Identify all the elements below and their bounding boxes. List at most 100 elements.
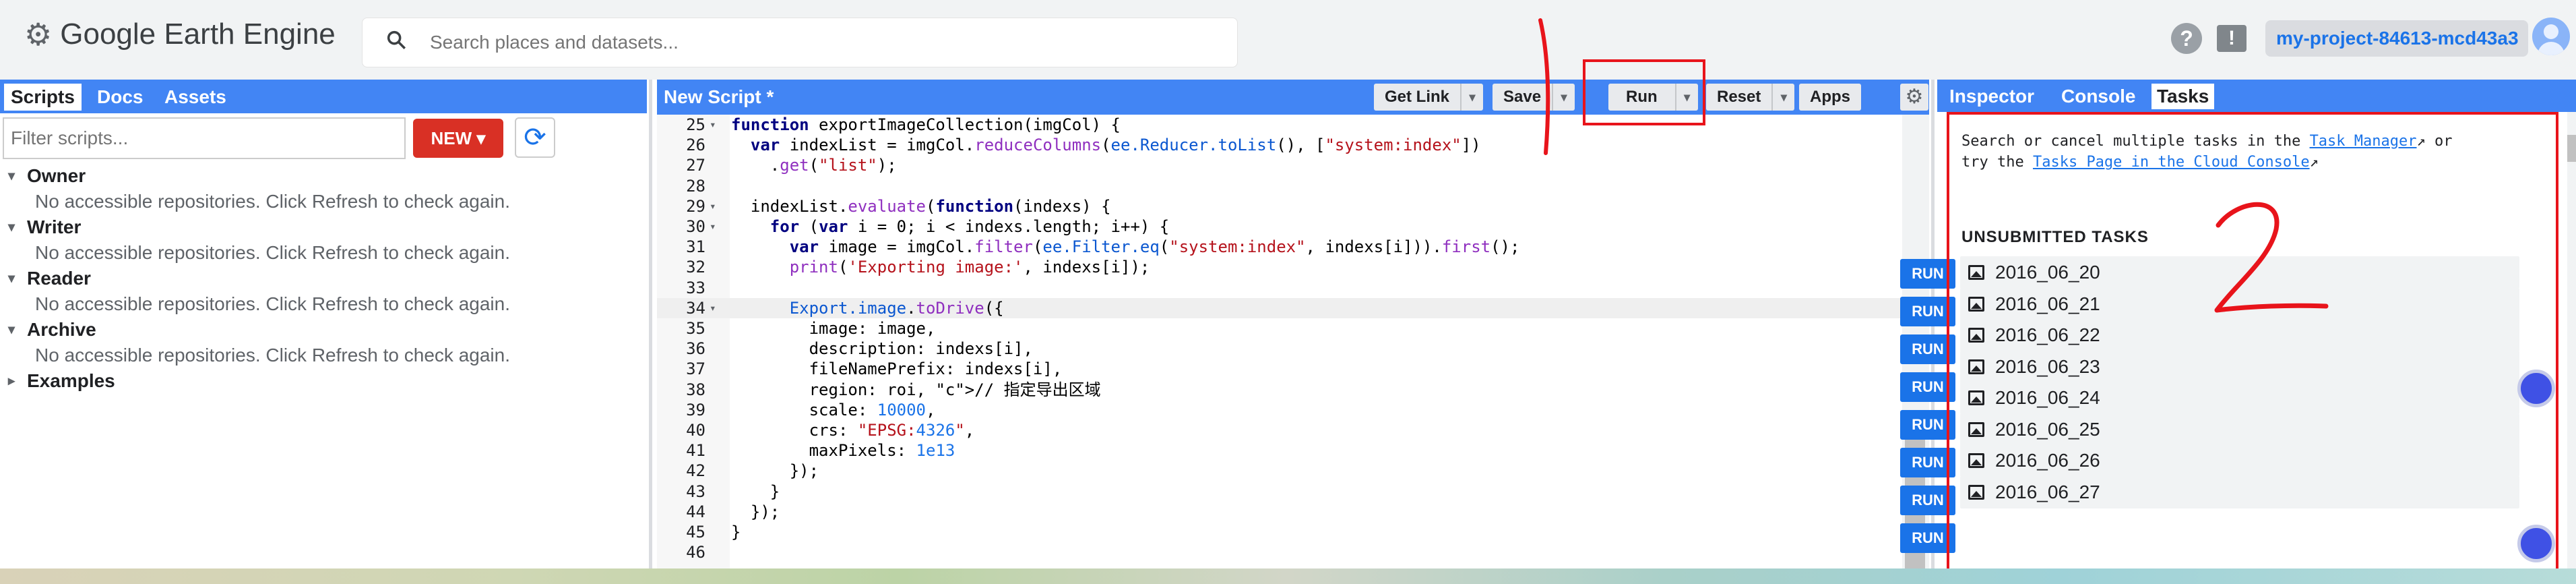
code-line[interactable]: 37 fileNamePrefix: indexs[i], — [657, 359, 1900, 379]
code-line[interactable]: 27 .get("list"); — [657, 155, 1900, 175]
code-line[interactable]: 44 }); — [657, 502, 1900, 522]
line-number: 43 — [686, 481, 705, 501]
code-line[interactable]: 38 region: roi, "c">// 指定导出区域 — [657, 380, 1900, 400]
code-line[interactable]: 45} — [657, 522, 1900, 542]
code-line[interactable]: 25 ▾ function exportImageCollection(imgCol… — [657, 115, 1900, 135]
editor-toolbar: New Script * Get Link ▾ Save ▾ Run ▾ Reset ▾… — [657, 80, 1929, 115]
code-line[interactable]: 28 — [657, 176, 1900, 196]
code-line[interactable]: 32 print('Exporting image:', indexs[i]); — [657, 257, 1900, 277]
line-number: 27 — [686, 156, 705, 175]
code-line[interactable]: 43 } — [657, 481, 1900, 502]
line-number: 30 — [686, 217, 705, 236]
line-number: 45 — [686, 523, 705, 542]
code-text: } — [731, 523, 741, 542]
settings-gear-icon[interactable]: ⚙ — [1900, 84, 1928, 111]
top-header: ⚙ Google Earth Engine ? ! my-project-846… — [0, 0, 2576, 80]
annotation-box-run — [1583, 59, 1705, 125]
search-icon — [363, 28, 430, 57]
line-number: 37 — [686, 359, 705, 379]
group-label: Writer — [27, 216, 82, 237]
fold-arrow-icon[interactable]: ▾ — [710, 196, 716, 216]
tab-assets[interactable]: Assets — [158, 84, 233, 111]
code-text: crs: "EPSG:4326", — [731, 421, 975, 440]
code-text: image: image, — [731, 319, 936, 338]
line-number: 26 — [686, 136, 705, 155]
code-text: .get("list"); — [731, 156, 897, 175]
code-line[interactable]: 30 ▾ for (var i = 0; i < indexs.length; i… — [657, 216, 1900, 237]
line-number: 41 — [686, 441, 705, 461]
expanded-caret-icon: ▾ — [8, 220, 15, 235]
new-button[interactable]: NEW ▾ — [413, 119, 503, 158]
fold-arrow-icon[interactable]: ▾ — [710, 115, 716, 135]
feedback-icon[interactable]: ! — [2217, 25, 2247, 52]
earth-engine-logo-icon: ⚙ — [24, 17, 53, 52]
code-line[interactable]: 46 — [657, 542, 1900, 562]
code-line[interactable]: 39 scale: 10000, — [657, 400, 1900, 420]
search-box[interactable] — [362, 18, 1238, 67]
code-line[interactable]: 26 var indexList = imgCol.reduceColumns(… — [657, 135, 1900, 155]
tree-group-writer[interactable]: ▾ Writer — [8, 214, 641, 240]
map-strip[interactable] — [0, 568, 2576, 584]
code-line[interactable]: 31 var image = imgCol.filter(ee.Filter.e… — [657, 237, 1900, 257]
code-text: }); — [731, 502, 780, 521]
group-label: Examples — [27, 370, 115, 391]
project-selector[interactable]: my-project-84613-mcd43a3 — [2265, 20, 2528, 57]
tab-inspector[interactable]: Inspector — [1944, 84, 2040, 109]
group-message: No accessible repositories. Click Refres… — [35, 345, 510, 366]
code-line[interactable]: 35 image: image, — [657, 318, 1900, 339]
code-area[interactable]: 25 ▾ function exportImageCollection(imgCol… — [657, 115, 1900, 568]
help-icon[interactable]: ? — [2171, 23, 2202, 54]
apps-button[interactable]: Apps — [1799, 84, 1861, 111]
tree-group-archive[interactable]: ▾ Archive — [8, 317, 641, 343]
code-line[interactable]: 41 maxPixels: 1e13 — [657, 440, 1900, 461]
reset-button[interactable]: Reset ▾ — [1706, 84, 1795, 111]
panel-splitter[interactable] — [649, 80, 652, 568]
code-editor-panel: New Script * Get Link ▾ Save ▾ Run ▾ Reset ▾… — [657, 80, 1929, 584]
tab-console[interactable]: Console — [2056, 84, 2141, 109]
line-number: 44 — [686, 502, 705, 521]
tree-group-reader[interactable]: ▾ Reader — [8, 266, 641, 291]
line-number: 35 — [686, 319, 705, 338]
line-number: 46 — [686, 543, 705, 562]
script-tree: ▾ Owner No accessible repositories. Click… — [8, 163, 641, 394]
group-message: No accessible repositories. Click Refres… — [35, 191, 510, 212]
new-button-label: NEW — [431, 128, 472, 148]
app-logo[interactable]: ⚙ Google Earth Engine — [24, 18, 336, 51]
line-number: 42 — [686, 461, 705, 481]
tab-tasks[interactable]: Tasks — [2151, 84, 2215, 109]
code-text: print('Exporting image:', indexs[i]); — [789, 258, 1150, 277]
code-line[interactable]: 29 ▾ indexList.evaluate(function(indexs) … — [657, 196, 1900, 216]
code-text: fileNamePrefix: indexs[i], — [731, 359, 1063, 379]
tab-scripts[interactable]: Scripts — [4, 84, 82, 111]
code-line[interactable]: 33 — [657, 278, 1900, 298]
group-label: Archive — [27, 319, 96, 340]
app-name: Google Earth Engine — [60, 18, 336, 51]
code-line[interactable]: 34 ▾ Export.image.toDrive({ — [657, 297, 1900, 318]
avatar[interactable] — [2532, 18, 2570, 55]
tasks-scrollbar[interactable] — [2567, 112, 2576, 568]
dropdown-arrow-icon[interactable]: ▾ — [1460, 84, 1483, 111]
header-icons: ? ! — [2171, 23, 2247, 54]
dropdown-arrow-icon[interactable]: ▾ — [1771, 84, 1794, 111]
filter-scripts-input[interactable] — [4, 119, 404, 158]
get-link-button[interactable]: Get Link ▾ — [1374, 84, 1484, 111]
expanded-caret-icon: ▾ — [8, 169, 15, 183]
annotation-box-tasks — [1947, 112, 2558, 577]
code-text: }); — [731, 461, 819, 481]
code-line[interactable]: 42 }); — [657, 461, 1900, 481]
code-text: indexList.evaluate(function(indexs) { — [731, 196, 1111, 216]
fold-arrow-icon[interactable]: ▾ — [710, 298, 716, 318]
fold-arrow-icon[interactable]: ▾ — [710, 216, 716, 237]
tree-group-owner[interactable]: ▾ Owner — [8, 163, 641, 189]
code-line[interactable]: 40 crs: "EPSG:4326", — [657, 420, 1900, 440]
tree-group-examples[interactable]: ▸ Examples — [8, 368, 641, 394]
group-message: No accessible repositories. Click Refres… — [35, 242, 510, 263]
filter-scripts-field[interactable] — [3, 117, 406, 159]
line-number: 33 — [686, 278, 705, 297]
tab-docs[interactable]: Docs — [90, 84, 150, 111]
code-text: scale: 10000, — [731, 400, 936, 419]
search-input[interactable] — [430, 32, 1205, 53]
refresh-icon[interactable]: ⟳ — [515, 117, 555, 158]
code-line[interactable]: 36 description: indexs[i], — [657, 339, 1900, 359]
tasks-scrollbar-thumb[interactable] — [2567, 135, 2576, 162]
